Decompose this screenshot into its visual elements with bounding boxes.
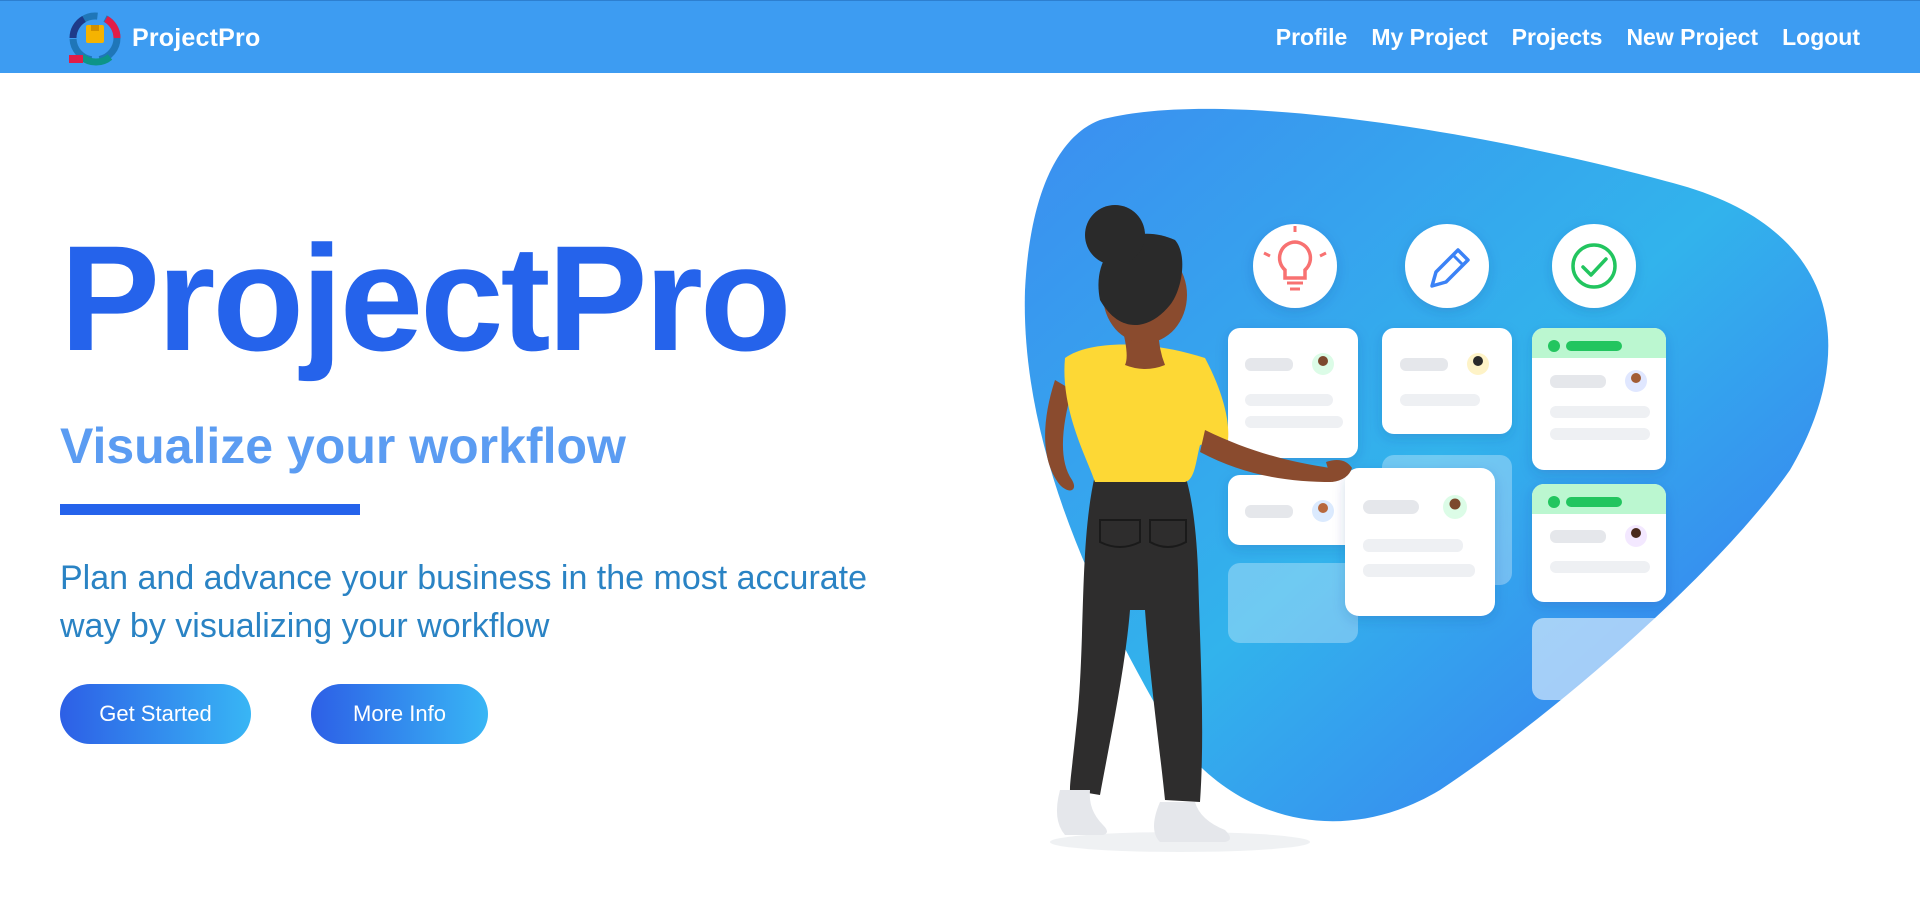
task-card-done: [1532, 328, 1666, 470]
brand-link[interactable]: ProjectPro: [62, 5, 260, 71]
task-card: [1228, 328, 1358, 458]
nav-link-projects[interactable]: Projects: [1512, 24, 1603, 51]
nav-link-my-project[interactable]: My Project: [1371, 24, 1487, 51]
hero-description: Plan and advance your business in the mo…: [60, 559, 868, 645]
get-started-button[interactable]: Get Started: [60, 684, 251, 744]
pencil-icon: [1405, 224, 1489, 308]
task-card: [1382, 328, 1512, 434]
empty-card-slot: [1532, 618, 1666, 700]
check-circle-icon: [1552, 224, 1636, 308]
navbar: ProjectPro Profile My Project Projects N…: [0, 0, 1920, 73]
projectpro-logo-icon: [69, 12, 121, 66]
more-info-button[interactable]: More Info: [311, 684, 488, 744]
lightbulb-icon: [1253, 224, 1337, 308]
nav-link-logout[interactable]: Logout: [1782, 24, 1860, 51]
task-card-dragged: [1345, 468, 1495, 616]
nav-link-profile[interactable]: Profile: [1276, 24, 1348, 51]
task-card: [1228, 475, 1358, 545]
hero-title: ProjectPro: [60, 214, 792, 382]
nav-menu: Profile My Project Projects New Project …: [1252, 1, 1860, 74]
workflow-illustration: [1024, 108, 1829, 852]
nav-link-new-project[interactable]: New Project: [1626, 24, 1758, 51]
hero-divider: [60, 504, 360, 515]
brand-name: ProjectPro: [132, 23, 261, 52]
task-card-done: [1532, 484, 1666, 602]
hero-subtitle: Visualize your workflow: [60, 418, 626, 474]
empty-card-slot: [1228, 563, 1358, 643]
